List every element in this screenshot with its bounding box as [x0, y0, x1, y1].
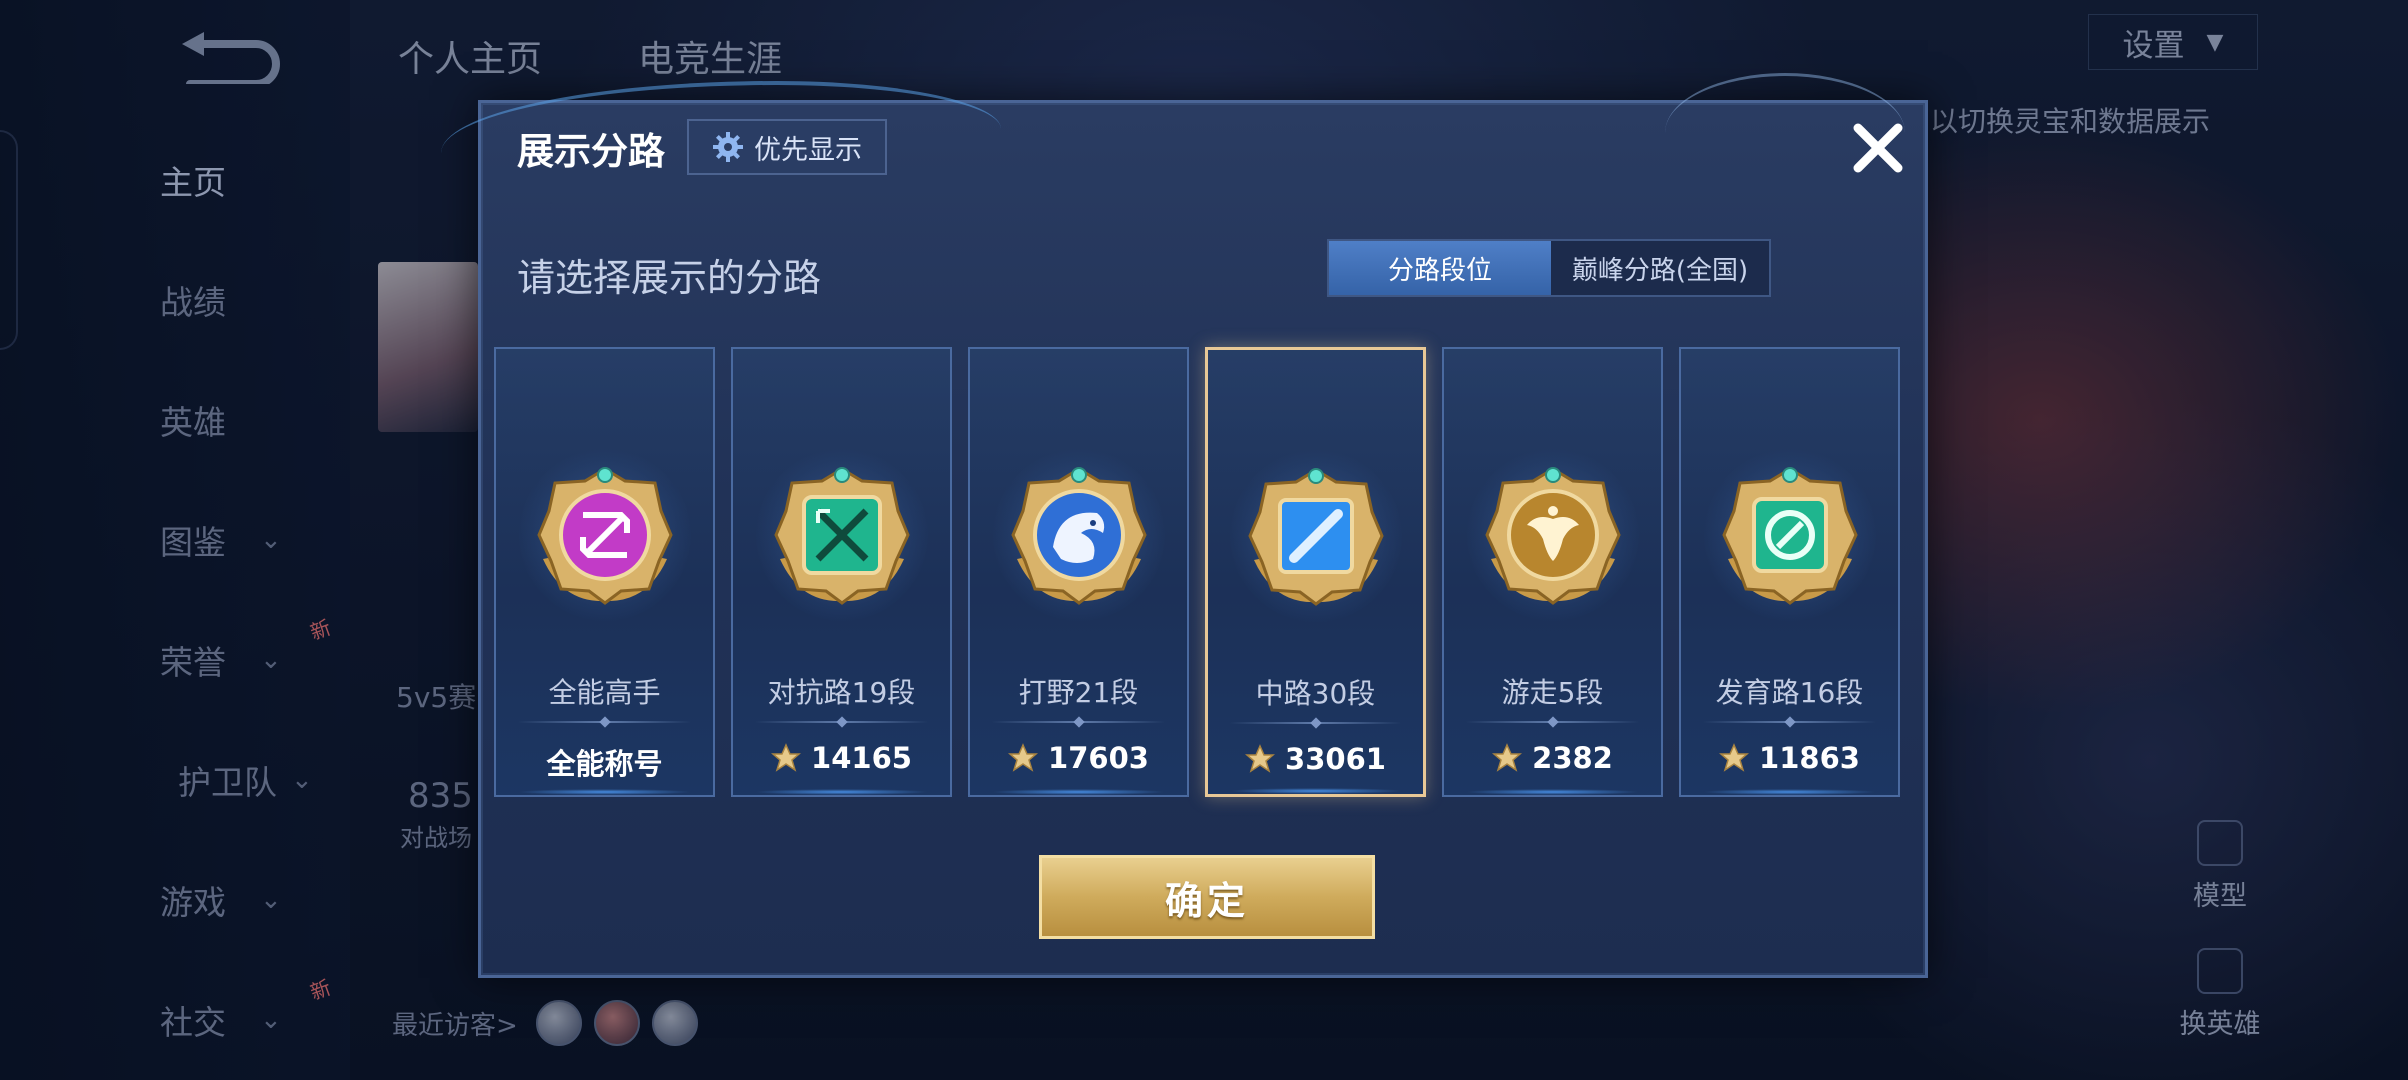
- divider: [992, 721, 1165, 723]
- lane-score: 14165: [733, 741, 950, 775]
- lane-name: 游走5段: [1501, 676, 1604, 709]
- priority-display-button[interactable]: 优先显示: [687, 119, 887, 175]
- divider: [518, 721, 691, 723]
- lane-score-value: 17603: [1048, 741, 1149, 775]
- lane-score-value: 11863: [1759, 741, 1860, 775]
- lane-card[interactable]: 发育路16段 11863: [1679, 347, 1900, 797]
- rank-points-icon: [1492, 743, 1523, 773]
- lane-score-value: 14165: [811, 741, 912, 775]
- mid-lane-emblem-icon: [1244, 464, 1388, 608]
- card-glow: [1229, 788, 1402, 794]
- lane-score: 33061: [1208, 742, 1423, 776]
- card-glow: [1465, 789, 1640, 795]
- lane-card[interactable]: 对抗路19段 14165: [731, 347, 952, 797]
- confirm-button[interactable]: 确定: [1039, 855, 1375, 939]
- divider: [1230, 722, 1401, 724]
- lane-card[interactable]: 打野21段 17603: [968, 347, 1189, 797]
- lane-score: 11863: [1681, 741, 1898, 775]
- lane-name: 打野21段: [1018, 676, 1139, 709]
- tab-lane-rank[interactable]: 分路段位: [1329, 241, 1551, 295]
- lane-card[interactable]: 中路30段 33061: [1205, 347, 1426, 797]
- lane-score: 2382: [1444, 741, 1661, 775]
- teal-sword-emblem-icon: [770, 463, 914, 607]
- rank-type-toggle: 分路段位 巅峰分路(全国): [1327, 239, 1771, 297]
- tab-peak-lane[interactable]: 巅峰分路(全国): [1551, 241, 1769, 295]
- divider: [755, 721, 928, 723]
- lane-card-list: 全能高手 全能称号 对抗路19段 14165 打野21段 17603 中路30段 33061 游…: [481, 347, 1925, 797]
- purple-emblem-icon: [533, 463, 677, 607]
- divider: [1703, 721, 1876, 723]
- lane-card[interactable]: 全能高手 全能称号: [494, 347, 715, 797]
- modal-title: 展示分路: [517, 130, 665, 173]
- lane-name: 对抗路19段: [767, 676, 916, 709]
- dragon-emblem-icon: [1007, 463, 1151, 607]
- lane-name: 全能高手: [548, 676, 661, 709]
- rank-points-icon: [1245, 744, 1276, 774]
- card-glow: [1702, 789, 1877, 795]
- adc-emblem-icon: [1718, 463, 1862, 607]
- lane-display-modal: 展示分路 优先显示 请选择展示的分路 分路段位 巅峰分路(全国) 全能高手 全能…: [441, 73, 1928, 978]
- close-icon: [1853, 123, 1903, 173]
- lane-score-value: 全能称号: [546, 747, 663, 781]
- priority-display-label: 优先显示: [754, 134, 862, 166]
- lane-score: 全能称号: [496, 741, 713, 783]
- divider: [1466, 721, 1639, 723]
- lane-name: 中路30段: [1255, 677, 1376, 710]
- gear-icon: [713, 132, 743, 162]
- lane-name: 发育路16段: [1715, 676, 1864, 709]
- lane-card[interactable]: 游走5段 2382: [1442, 347, 1663, 797]
- card-glow: [754, 789, 929, 795]
- card-glow: [517, 789, 692, 795]
- rank-points-icon: [1719, 743, 1750, 773]
- rank-points-icon: [771, 743, 802, 773]
- close-button[interactable]: [1843, 113, 1913, 183]
- lane-score-value: 33061: [1285, 742, 1386, 776]
- rank-points-icon: [1008, 743, 1039, 773]
- modal-subtitle: 请选择展示的分路: [517, 256, 822, 300]
- roam-wings-emblem-icon: [1481, 463, 1625, 607]
- lane-score-value: 2382: [1532, 741, 1613, 775]
- lane-score: 17603: [970, 741, 1187, 775]
- card-glow: [991, 789, 1166, 795]
